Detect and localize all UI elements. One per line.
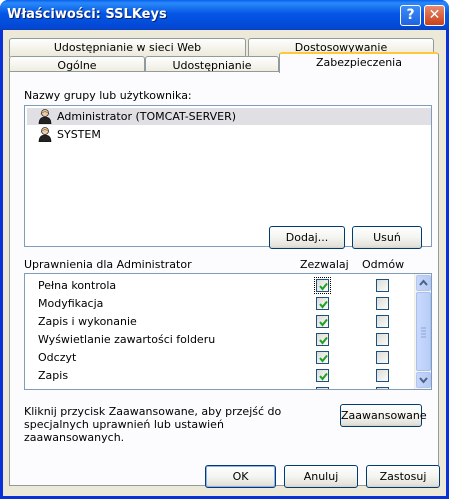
permission-name: Odczyt [38,351,77,364]
permission-name: Modyfikacja [38,297,104,310]
deny-checkbox[interactable] [376,333,389,346]
user-icon [38,109,52,124]
ok-button[interactable]: OK [205,465,276,488]
scroll-thumb[interactable] [416,292,431,371]
deny-checkbox[interactable] [376,279,389,292]
permissions-label: Uprawnienia dla Administrator [24,258,192,271]
permission-row: Odczyt [25,349,415,367]
permissions-list[interactable]: Pełna kontrola Modyfikacja Zapis i wykonan… [24,273,432,390]
deny-checkbox[interactable] [376,297,389,310]
title-bar[interactable]: Właściwości: SSLKeys ? ✕ [0,0,449,30]
deny-checkbox[interactable] [376,387,389,389]
allow-checkbox[interactable] [316,387,329,389]
cancel-button[interactable]: Anuluj [284,465,358,488]
permission-row: Wyświetlanie zawartości folderu [25,331,415,349]
allow-checkbox[interactable] [316,333,329,346]
permission-name: Zapis [38,369,69,382]
permission-row: Uprawnienia specjalne [25,385,415,389]
add-button[interactable]: Dodaj... [269,226,345,249]
advanced-hint-text: Kliknij przycisk Zaawansowane, aby przej… [24,405,282,444]
deny-checkbox[interactable] [376,315,389,328]
grip-icon [421,327,426,338]
advanced-button[interactable]: Zaawansowane [340,404,427,427]
check-icon [319,282,328,291]
permission-name: Uprawnienia specjalne [38,385,162,389]
deny-column-header: Odmów [362,258,405,271]
check-icon [319,300,328,309]
scroll-down-button[interactable] [416,372,431,388]
permission-row: Modyfikacja [25,295,415,313]
check-icon [319,336,328,345]
arrow-down-icon [419,377,428,384]
help-button[interactable]: ? [400,5,421,26]
allow-checkbox[interactable] [316,297,329,310]
arrow-up-icon [419,279,428,286]
allow-checkbox[interactable] [314,277,331,294]
permission-row: Zapis i wykonanie [25,313,415,331]
scroll-up-button[interactable] [416,275,431,291]
deny-checkbox[interactable] [376,351,389,364]
apply-button[interactable]: Zastosuj [366,465,440,488]
tab-web-sharing[interactable]: Udostępnianie w sieci Web [9,38,246,57]
check-icon [319,354,328,363]
permissions-scrollbar[interactable] [414,274,431,389]
allow-checkbox[interactable] [316,351,329,364]
permission-row: Zapis [25,367,415,385]
allow-checkbox[interactable] [316,315,329,328]
list-item-user-administrator[interactable]: Administrator (TOMCAT-SERVER) [27,108,431,125]
list-item-user-system[interactable]: SYSTEM [27,126,431,143]
tab-security[interactable]: Zabezpieczenia [279,52,439,73]
close-icon: ✕ [428,7,441,23]
close-button[interactable]: ✕ [424,5,445,26]
permission-name: Wyświetlanie zawartości folderu [38,333,216,346]
check-icon [319,372,328,381]
permission-name: Pełna kontrola [38,279,117,292]
deny-checkbox[interactable] [376,369,389,382]
allow-column-header: Zezwalaj [300,258,349,271]
help-icon: ? [406,7,415,23]
users-label: Nazwy grupy lub użytkownika: [24,89,192,102]
window-title: Właściwości: SSLKeys [7,7,167,22]
permission-name: Zapis i wykonanie [38,315,137,328]
remove-button[interactable]: Usuń [352,226,422,249]
allow-checkbox[interactable] [316,369,329,382]
user-icon [38,127,52,142]
check-icon [319,318,328,327]
permission-row: Pełna kontrola [25,277,415,295]
